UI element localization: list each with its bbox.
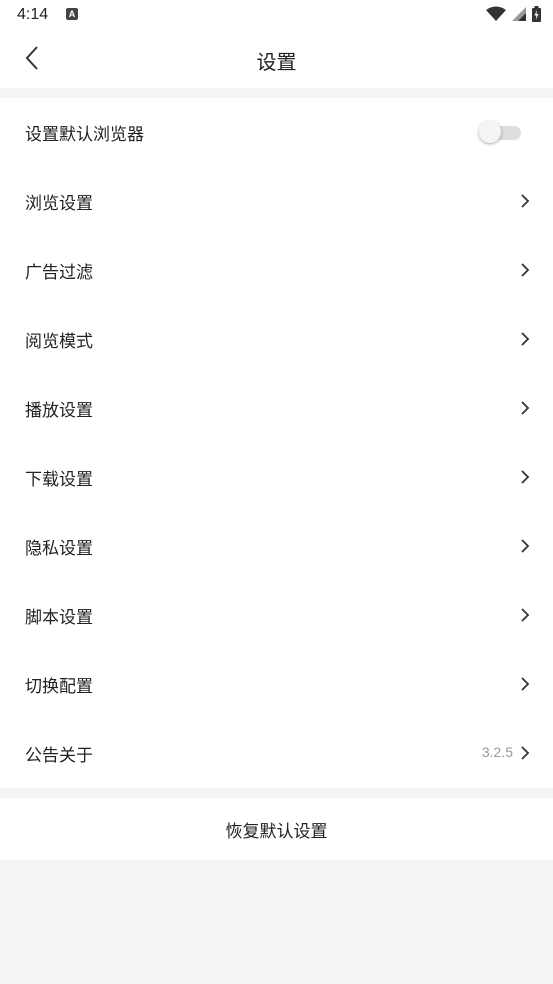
notification-icon: A (66, 8, 78, 20)
status-icons (486, 6, 541, 22)
settings-item-browse[interactable]: 浏览设置 (0, 167, 553, 236)
wifi-icon (486, 6, 506, 21)
default-browser-toggle[interactable] (479, 121, 523, 143)
reset-defaults-button[interactable]: 恢复默认设置 (0, 798, 553, 860)
settings-item-privacy[interactable]: 隐私设置 (0, 512, 553, 581)
settings-item-label: 隐私设置 (25, 539, 93, 559)
chevron-right-icon (521, 608, 530, 622)
status-bar: 4:14 A (0, 0, 553, 30)
settings-item-label: 浏览设置 (25, 194, 93, 214)
default-browser-row[interactable]: 设置默认浏览器 (0, 98, 553, 167)
settings-item-script[interactable]: 脚本设置 (0, 581, 553, 650)
status-time: 4:14 (17, 6, 49, 23)
toggle-knob (479, 121, 501, 143)
chevron-right-icon (521, 539, 530, 553)
chevron-right-icon (521, 263, 530, 277)
settings-item-label: 广告过滤 (25, 263, 93, 283)
settings-item-reading-mode[interactable]: 阅览模式 (0, 305, 553, 374)
chevron-right-icon (521, 401, 530, 415)
settings-item-adblock[interactable]: 广告过滤 (0, 236, 553, 305)
settings-item-label: 阅览模式 (25, 332, 93, 352)
signal-icon (512, 7, 526, 21)
settings-item-label: 播放设置 (25, 401, 93, 421)
settings-item-download[interactable]: 下载设置 (0, 443, 553, 512)
settings-item-about[interactable]: 公告关于 3.2.5 (0, 719, 553, 788)
settings-item-playback[interactable]: 播放设置 (0, 374, 553, 443)
settings-item-label: 切换配置 (25, 677, 93, 697)
chevron-right-icon (521, 332, 530, 346)
settings-item-label: 下载设置 (25, 470, 93, 490)
chevron-right-icon (521, 194, 530, 208)
chevron-right-icon (521, 746, 530, 760)
settings-item-label: 公告关于 (25, 746, 93, 766)
battery-icon (532, 6, 541, 22)
settings-list: 设置默认浏览器 浏览设置 广告过滤 阅览模式 播放设置 下载设置 隐私设置 脚本… (0, 98, 553, 788)
chevron-right-icon (521, 677, 530, 691)
section-divider (0, 88, 553, 98)
default-browser-label: 设置默认浏览器 (25, 125, 144, 145)
app-header: 设置 (0, 30, 553, 88)
settings-item-label: 脚本设置 (25, 608, 93, 628)
settings-item-switch-config[interactable]: 切换配置 (0, 650, 553, 719)
section-divider (0, 788, 553, 798)
chevron-right-icon (521, 470, 530, 484)
page-title: 设置 (256, 50, 297, 74)
reset-defaults-label: 恢复默认设置 (225, 821, 328, 842)
version-text: 3.2.5 (481, 744, 513, 760)
